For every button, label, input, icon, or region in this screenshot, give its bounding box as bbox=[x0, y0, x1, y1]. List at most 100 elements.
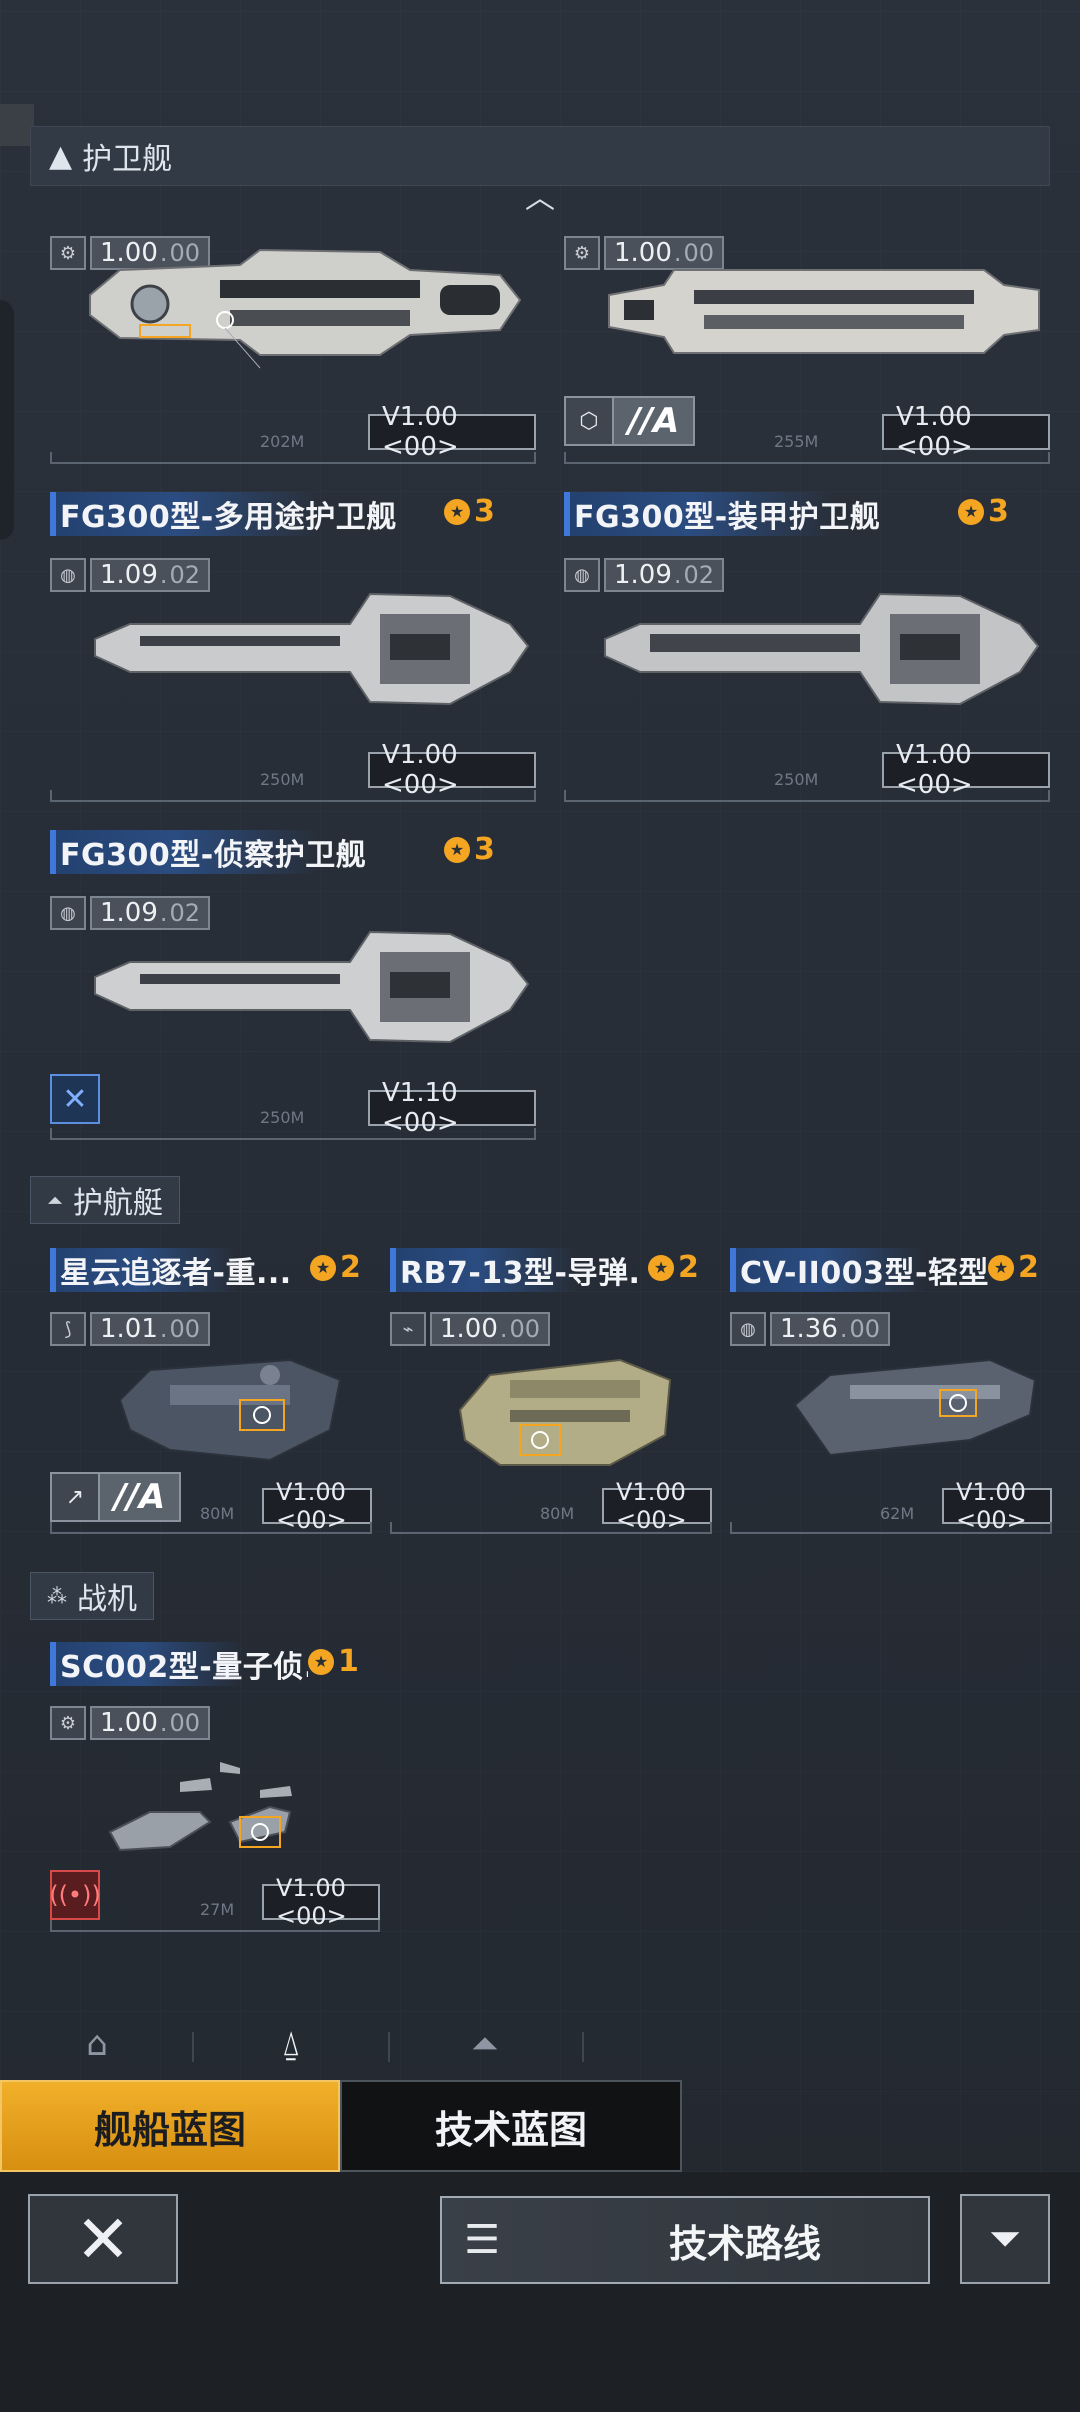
scale-label: 255M bbox=[774, 432, 819, 451]
ship-card[interactable]: RB7-13型-导弹... ★ 2 ⌁ 1.00. 00 80M V1.00 <00… bbox=[390, 1248, 712, 1540]
tech-route-button[interactable]: ☰ 技术路线 bbox=[440, 2196, 930, 2284]
version-tag: V1.00 <00> bbox=[882, 402, 1050, 462]
ship-image bbox=[118, 1358, 342, 1462]
ship-card[interactable]: ⚙ 1.00. 00 ⬡ //A 255M V1.00 <00> bbox=[564, 170, 1050, 470]
ship-image bbox=[94, 592, 530, 706]
ship-title: FG300型-装甲护卫舰 bbox=[564, 492, 924, 536]
frigate-class-icon[interactable]: ⍙ bbox=[266, 2024, 316, 2068]
star-rating: ★ 3 bbox=[444, 494, 495, 529]
scale-ruler bbox=[564, 452, 1050, 464]
collapse-triangle-icon: ▲ bbox=[49, 138, 73, 174]
rank-star-icon: ★ bbox=[988, 1254, 1014, 1281]
section-header-fighter[interactable]: ⁂ 战机 bbox=[30, 1572, 154, 1620]
rank-star-icon: ★ bbox=[444, 836, 470, 863]
ship-card[interactable]: CV-II003型-轻型... ★2 ◍ 1.36.00 62M V1.00 <… bbox=[730, 1248, 1052, 1540]
close-icon: ✕ bbox=[75, 2200, 131, 2278]
star-rating: ★ 1 bbox=[308, 1644, 359, 1679]
ship-image bbox=[94, 930, 530, 1044]
rank-star-icon: ★ bbox=[308, 1648, 334, 1675]
rank-star-icon: ★ bbox=[648, 1254, 674, 1281]
signal-icon: ((•)) bbox=[49, 1870, 101, 1920]
cube-icon: ⬡ bbox=[564, 396, 614, 446]
scale-label: 80M bbox=[200, 1504, 235, 1523]
ship-image bbox=[89, 248, 522, 369]
scale-label: 202M bbox=[260, 432, 305, 451]
ship-title: SC002型-量子侦... bbox=[50, 1642, 308, 1686]
app-root: ▲ 护卫舰 ︿ ⚙ 1.00. 00 202M V1.00 <00> ⚙ 1.0… bbox=[0, 0, 1080, 2412]
scale-ruler bbox=[50, 452, 536, 464]
section-header-corvette[interactable]: ⏶ 护航艇 bbox=[30, 1176, 180, 1224]
scale-ruler bbox=[730, 1522, 1052, 1534]
scale-label: 250M bbox=[260, 1108, 305, 1127]
rank-badge: ⬡ //A bbox=[564, 396, 696, 446]
section-title: 战机 bbox=[77, 1582, 137, 1617]
version-tag: V1.00 <00> bbox=[602, 1478, 712, 1534]
ship-title: CV-II003型-轻型... bbox=[730, 1248, 990, 1292]
ship-image bbox=[793, 1358, 1037, 1457]
scale-label: 62M bbox=[880, 1504, 915, 1523]
ship-card[interactable]: FG300型-多用途护卫舰 ★ 3 ◍ 1.09. 02 250M V1.00 <0… bbox=[50, 492, 536, 808]
rank-star-icon: ★ bbox=[958, 498, 984, 525]
divider bbox=[582, 2032, 584, 2062]
corvette-class-icon[interactable]: ⏶ bbox=[460, 2024, 510, 2068]
corvette-class-icon: ⏶ bbox=[47, 1188, 63, 1212]
ship-title: FG300型-多用途护卫舰 bbox=[50, 492, 410, 536]
ship-image bbox=[608, 269, 1040, 354]
pen-nib-icon: ⟆ bbox=[50, 1312, 86, 1346]
ship-card[interactable]: 星云追逐者-重... ★ 2 ⟆ 1.01. 00 ↗ //A 80M V1.00 … bbox=[50, 1248, 372, 1540]
star-rating: ★ 3 bbox=[444, 832, 495, 867]
star-rating: ★ 2 bbox=[648, 1250, 699, 1285]
tab-tech-blueprint[interactable]: 技术蓝图 bbox=[340, 2080, 682, 2172]
fighter-class-icon: ⁂ bbox=[47, 1584, 67, 1608]
scale-label: 250M bbox=[774, 770, 819, 789]
tab-ship-blueprint[interactable]: 舰船蓝图 bbox=[0, 2080, 340, 2172]
filter-icon: ⏷ bbox=[989, 2216, 1021, 2262]
star-rating: ★ 2 bbox=[310, 1250, 361, 1285]
rank-badge: ↗ //A bbox=[50, 1472, 182, 1522]
chevron-up-icon[interactable]: ︿ bbox=[522, 184, 558, 214]
tree-list-icon: ☰ bbox=[464, 2217, 500, 2263]
ship-image bbox=[458, 1358, 672, 1466]
ship-title: 星云追逐者-重... bbox=[50, 1248, 300, 1292]
scale-label: 80M bbox=[540, 1504, 575, 1523]
globe-icon: ◍ bbox=[730, 1312, 766, 1346]
filter-button[interactable]: ⏷ bbox=[960, 2194, 1050, 2284]
ship-card[interactable]: ⚙ 1.00. 00 202M V1.00 <00> bbox=[50, 170, 536, 470]
star-rating: ★ 2 bbox=[988, 1250, 1039, 1285]
scale-ruler bbox=[50, 1920, 380, 1932]
crossed-swords-icon: ✕ bbox=[50, 1074, 100, 1124]
tech-route-label: 技术路线 bbox=[668, 2221, 821, 2266]
ship-card[interactable]: SC002型-量子侦... ★1 ⚙ 1.00.00 ((•)) 27M V1.… bbox=[49, 1642, 380, 1942]
faction-icon: ⌁ bbox=[390, 1312, 426, 1346]
footer-bar: ✕ ☰ 技术路线 ⏷ bbox=[0, 2172, 1080, 2412]
ship-image bbox=[604, 592, 1040, 706]
divider bbox=[388, 2032, 390, 2062]
section-title: 护航艇 bbox=[73, 1186, 163, 1221]
ship-card[interactable]: FG300型-侦察护卫舰 ★ 3 ◍ 1.09. 02 ✕ 250M V1.10 <… bbox=[50, 830, 536, 1146]
gear-icon: ⚙ bbox=[564, 236, 600, 270]
close-button[interactable]: ✕ bbox=[28, 2194, 178, 2284]
scale-ruler bbox=[50, 1128, 536, 1140]
gear-icon: ⚙ bbox=[50, 1706, 86, 1740]
scale-ruler bbox=[390, 1522, 712, 1534]
globe-icon: ◍ bbox=[564, 558, 600, 592]
ship-card[interactable]: FG300型-装甲护卫舰 ★ 3 ◍ 1.09. 02 250M V1.00 <00… bbox=[564, 492, 1050, 808]
star-rating: ★ 3 bbox=[958, 494, 1009, 529]
scale-ruler bbox=[50, 790, 536, 802]
version-tag: V1.00 <00> bbox=[262, 1874, 380, 1930]
version-tag: V1.00 <00> bbox=[368, 402, 536, 462]
section-header-frigate[interactable]: ▲ 护卫舰 bbox=[30, 126, 1050, 186]
blueprint-list[interactable]: ▲ 护卫舰 ︿ ⚙ 1.00. 00 202M V1.00 <00> ⚙ 1.0… bbox=[0, 0, 1080, 2000]
version-tag: V1.10 <00> bbox=[368, 1078, 536, 1138]
version-tag: V1.00 <00> bbox=[882, 740, 1050, 800]
rank-star-icon: ★ bbox=[444, 498, 470, 525]
capital-ship-icon[interactable]: ⌂ bbox=[72, 2024, 122, 2068]
ship-title: FG300型-侦察护卫舰 bbox=[50, 830, 410, 874]
scale-label: 250M bbox=[260, 770, 305, 789]
globe-icon: ◍ bbox=[50, 896, 86, 930]
version-tag: V1.00 <00> bbox=[368, 740, 536, 800]
blueprint-tabs: 舰船蓝图 技术蓝图 bbox=[0, 2080, 1080, 2172]
version-tag: V1.00 <00> bbox=[942, 1478, 1052, 1534]
ship-image bbox=[108, 1762, 292, 1852]
version-number: 1.00. 00 bbox=[90, 1706, 211, 1740]
